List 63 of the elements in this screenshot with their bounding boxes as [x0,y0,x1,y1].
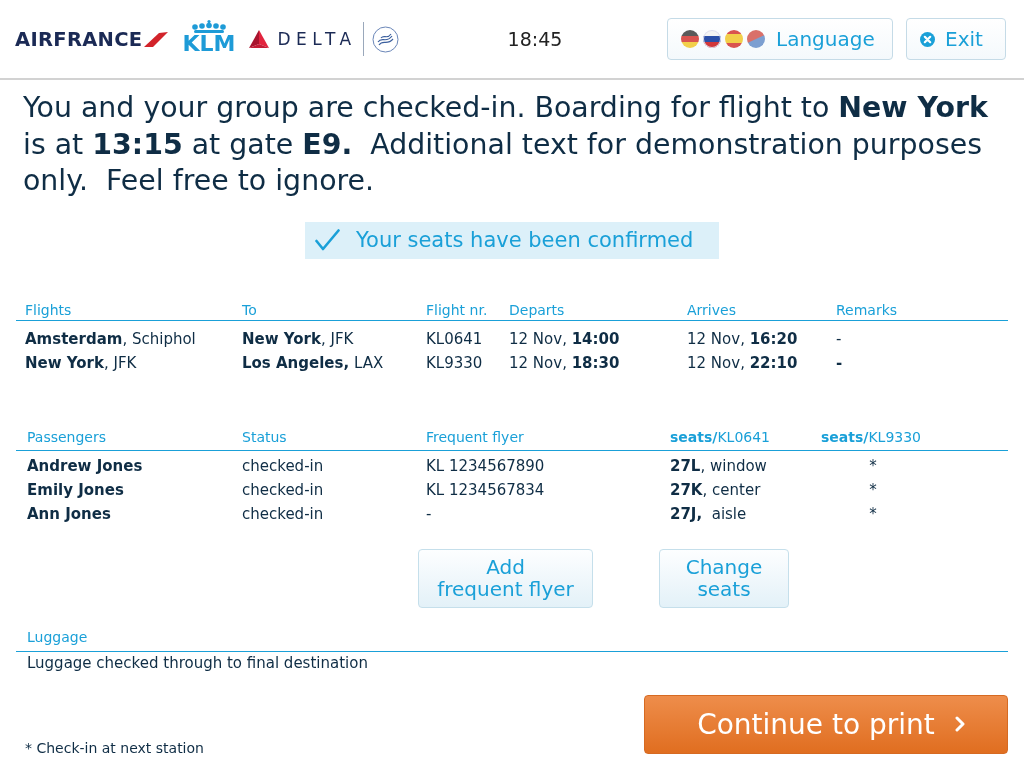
table-cell-text: New York, JFK [25,352,137,374]
table-cell-text: - [836,328,842,350]
column-header: Remarks [836,300,898,320]
table-cell-text: - [836,352,843,374]
table-cell-text: 27L, window [670,455,767,477]
table-cell-text: KL9330 [426,352,483,374]
table-cell-text: KL 1234567834 [426,479,545,501]
close-icon [920,31,935,47]
add-frequent-flyer-button[interactable]: Add frequent flyer [418,548,593,608]
table-cell-text: 27K, center [670,479,761,501]
table-cell-text: 27J, aisle [670,503,747,525]
flag-icon [703,30,721,48]
table-cell-text: * [869,479,877,501]
language-button[interactable]: Language [667,18,893,60]
logo-text: KLM [182,33,236,54]
table-cell-text: 12 Nov, 18:30 [509,352,620,374]
table-cell-text: checked-in [242,455,324,477]
column-header: Departs [509,300,565,320]
logo-text: DELTA [277,29,357,49]
column-header: seats/KL0641 [670,427,771,447]
flag-icon [681,30,699,48]
check-icon [315,229,340,251]
status-message: You and your group are checked-in. Boarding for flight to New York is at 13:15 at gate E9. Additional text for demonstration purposes only. Feel free to ignore. [23,90,989,199]
table-cell-text: Ann Jones [27,503,111,525]
table-cell-text: 12 Nov, 14:00 [509,328,620,350]
exit-button[interactable]: Exit [906,18,1006,60]
triangle-icon [249,30,270,48]
continue-button[interactable]: Continue to print [644,694,1008,754]
table-cell-text: Amsterdam, Schiphol [25,328,196,350]
table-cell-text: KL0641 [426,328,483,350]
table-cell-text: checked-in [242,479,324,501]
column-header: Flights [25,300,72,320]
table-cell-text: New York, JFK [242,328,354,350]
chevron-icon [954,716,965,732]
flag-icon [747,30,765,48]
footnote: * Check-in at next station [25,738,204,757]
table-cell-text: Emily Jones [27,479,124,501]
column-header: seats/KL9330 [821,427,922,447]
table-cell-text: * [869,503,877,525]
crown-icon [189,20,228,33]
table-cell-text: checked-in [242,503,324,525]
column-header: Frequent flyer [426,427,524,447]
table-cell-text: 12 Nov, 22:10 [687,352,798,374]
column-header: Passengers [27,427,107,447]
table-cell-text: Los Angeles, LAX [242,352,384,374]
change-seats-button[interactable]: Change seats [659,548,789,608]
slash-icon [144,31,169,47]
table-cell-text: KL 1234567890 [426,455,545,477]
clock-time: 18:45 [507,28,563,50]
emblem-icon [371,25,399,53]
table-cell-text: - [426,503,432,525]
logo-text: AIRFRANCE [15,27,143,51]
column-header: Status [242,427,287,447]
column-header: Flight nr. [426,300,488,320]
luggage-text: Luggage checked through to final destination [27,653,368,672]
flag-icon [725,30,743,48]
column-header: Arrives [687,300,736,320]
table-cell-text: Andrew Jones [27,455,143,477]
table-cell-text: 12 Nov, 16:20 [687,328,798,350]
column-header: To [242,300,257,320]
section-heading: Luggage [27,628,88,645]
table-cell-text: * [869,455,877,477]
confirmation-text: Your seats have been confirmed [356,228,694,252]
